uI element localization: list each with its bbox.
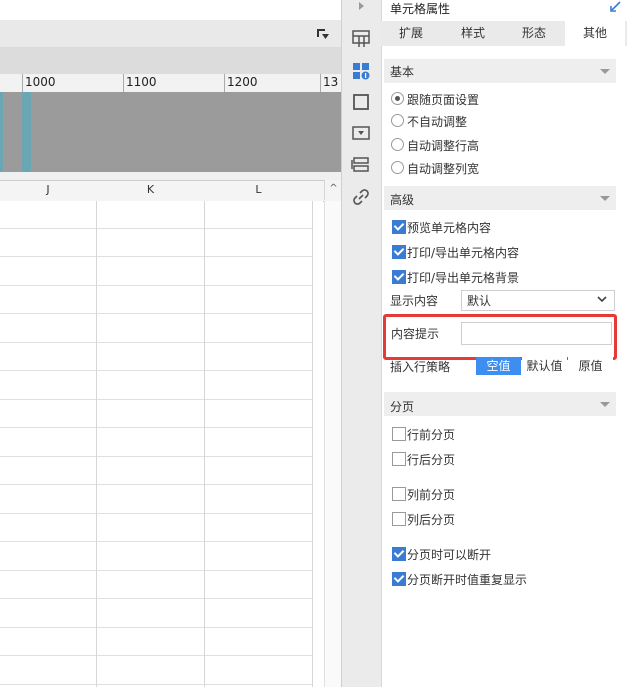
checkbox-repeat-on-break[interactable] — [392, 572, 406, 586]
scroll-up-button[interactable]: ^ — [324, 180, 342, 200]
spreadsheet-grid[interactable] — [0, 201, 323, 687]
chevron-down-icon[interactable] — [597, 294, 607, 304]
page-boundary-marker — [0, 92, 3, 172]
insert-option-default[interactable]: 默认值 — [522, 357, 567, 375]
checkbox-allow-break-label: 分页时可以断开 — [407, 548, 492, 562]
section-basic-title: 基本 — [390, 65, 415, 79]
tab-style[interactable]: 样式 — [444, 21, 502, 46]
insert-row-strategy-label: 插入行策略 — [390, 360, 451, 374]
checkbox-page-after-row[interactable] — [392, 452, 406, 466]
section-basic-header[interactable] — [384, 59, 616, 83]
radio-auto-col-width-label: 自动调整列宽 — [407, 162, 480, 176]
section-paging-header[interactable] — [384, 392, 616, 416]
collapse-arrow-icon[interactable] — [355, 0, 367, 12]
radio-no-auto-adjust-label: 不自动调整 — [407, 115, 468, 129]
checkbox-preview-content-label: 预览单元格内容 — [407, 221, 492, 235]
cell-expand-icon[interactable] — [350, 28, 372, 50]
checkbox-print-background[interactable] — [392, 270, 406, 284]
radio-auto-row-height-label: 自动调整行高 — [407, 139, 480, 153]
column-header-l[interactable]: L — [205, 183, 312, 196]
content-hint-input[interactable] — [461, 322, 612, 345]
page-preview-area — [0, 92, 341, 172]
checkbox-page-after-row-label: 行后分页 — [407, 453, 456, 467]
checkbox-allow-break[interactable] — [392, 547, 406, 561]
display-content-value: 默认 — [467, 294, 492, 308]
ruler-label: 1000 — [25, 75, 56, 89]
ruler-label: 1200 — [227, 75, 258, 89]
checkbox-page-before-row-label: 行前分页 — [407, 428, 456, 442]
ruler-label: 1100 — [126, 75, 157, 89]
checkbox-page-before-row[interactable] — [392, 427, 406, 441]
vertical-scrollbar[interactable] — [324, 201, 342, 687]
checkbox-preview-content[interactable] — [392, 220, 406, 234]
tab-other[interactable]: 其他 — [565, 21, 625, 46]
cell-attributes-icon[interactable] — [350, 60, 372, 82]
section-paging-title: 分页 — [390, 400, 415, 414]
content-hint-label: 内容提示 — [391, 327, 440, 341]
radio-no-auto-adjust[interactable] — [391, 114, 404, 127]
radio-follow-page-label: 跟随页面设置 — [407, 93, 480, 107]
insert-option-empty[interactable]: 空值 — [476, 357, 521, 375]
checkbox-repeat-on-break-label: 分页断开时值重复显示 — [407, 573, 528, 587]
pin-icon[interactable] — [608, 0, 622, 14]
checkbox-print-content-label: 打印/导出单元格内容 — [407, 246, 520, 260]
toolbar-strip — [0, 20, 341, 47]
page-boundary-marker[interactable] — [22, 92, 31, 172]
checkbox-page-before-col-label: 列前分页 — [407, 488, 456, 502]
radio-follow-page[interactable] — [391, 92, 404, 105]
checkbox-page-after-col-label: 列后分页 — [407, 513, 456, 527]
section-advanced-header[interactable] — [384, 186, 616, 210]
dropdown-icon[interactable] — [316, 27, 330, 41]
radio-auto-col-width[interactable] — [391, 161, 404, 174]
tab-expand[interactable]: 扩展 — [383, 21, 439, 46]
form-icon[interactable] — [350, 155, 372, 177]
radio-auto-row-height[interactable] — [391, 138, 404, 151]
checkbox-print-background-label: 打印/导出单元格背景 — [407, 271, 520, 285]
panel-title: 单元格属性 — [390, 2, 451, 16]
column-header: J K L — [0, 180, 341, 202]
ruler-label: 13 — [323, 75, 339, 89]
checkbox-print-content[interactable] — [392, 245, 406, 259]
insert-option-original[interactable]: 原值 — [568, 357, 613, 375]
horizontal-ruler: 1000 1100 1200 13 — [0, 74, 341, 93]
section-advanced-title: 高级 — [390, 193, 415, 207]
chevron-down-icon[interactable] — [600, 69, 610, 74]
chevron-down-icon[interactable] — [600, 196, 610, 201]
divider — [0, 172, 341, 180]
border-icon[interactable] — [350, 91, 372, 113]
chevron-down-icon[interactable] — [600, 402, 610, 407]
tab-shape[interactable]: 形态 — [505, 21, 563, 46]
display-content-label: 显示内容 — [390, 294, 439, 308]
widget-icon[interactable] — [350, 122, 372, 144]
checkbox-page-before-col[interactable] — [392, 487, 406, 501]
link-icon[interactable] — [350, 186, 372, 208]
column-header-j[interactable]: J — [0, 183, 96, 196]
column-header-k[interactable]: K — [97, 183, 204, 196]
checkbox-page-after-col[interactable] — [392, 512, 406, 526]
